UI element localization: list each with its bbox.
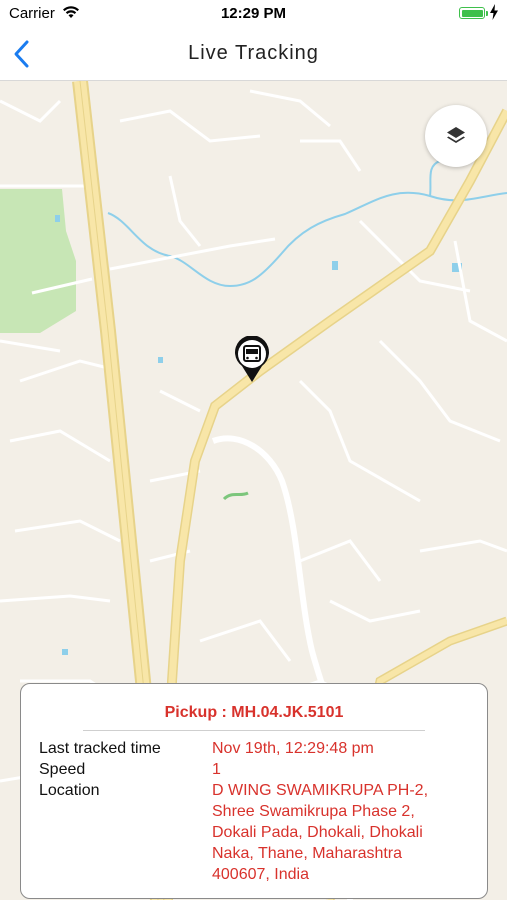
page-title: Live Tracking bbox=[188, 42, 319, 64]
map-layers-button[interactable] bbox=[425, 105, 487, 167]
status-bar: Carrier 12:29 PM bbox=[0, 0, 507, 28]
layers-icon bbox=[447, 127, 465, 143]
label-location: Location bbox=[39, 782, 100, 799]
label-last-tracked: Last tracked time bbox=[39, 740, 161, 757]
label-speed: Speed bbox=[39, 761, 86, 778]
value-location: D WING SWAMIKRUPA PH-2, Shree Swamikrupa… bbox=[212, 782, 429, 883]
navigation-bar: Live Tracking bbox=[0, 28, 507, 81]
vehicle-info-card: Pickup : MH.04.JK.5101 Last tracked time… bbox=[20, 683, 488, 899]
charging-icon bbox=[490, 4, 498, 20]
value-last-tracked: Nov 19th, 12:29:48 pm bbox=[212, 740, 374, 757]
card-divider bbox=[83, 730, 425, 731]
clock: 12:29 PM bbox=[220, 5, 287, 22]
card-title: Pickup : MH.04.JK.5101 bbox=[164, 704, 344, 721]
battery-icon bbox=[459, 7, 488, 19]
value-speed: 1 bbox=[212, 761, 221, 778]
bus-marker-icon[interactable] bbox=[233, 336, 271, 384]
